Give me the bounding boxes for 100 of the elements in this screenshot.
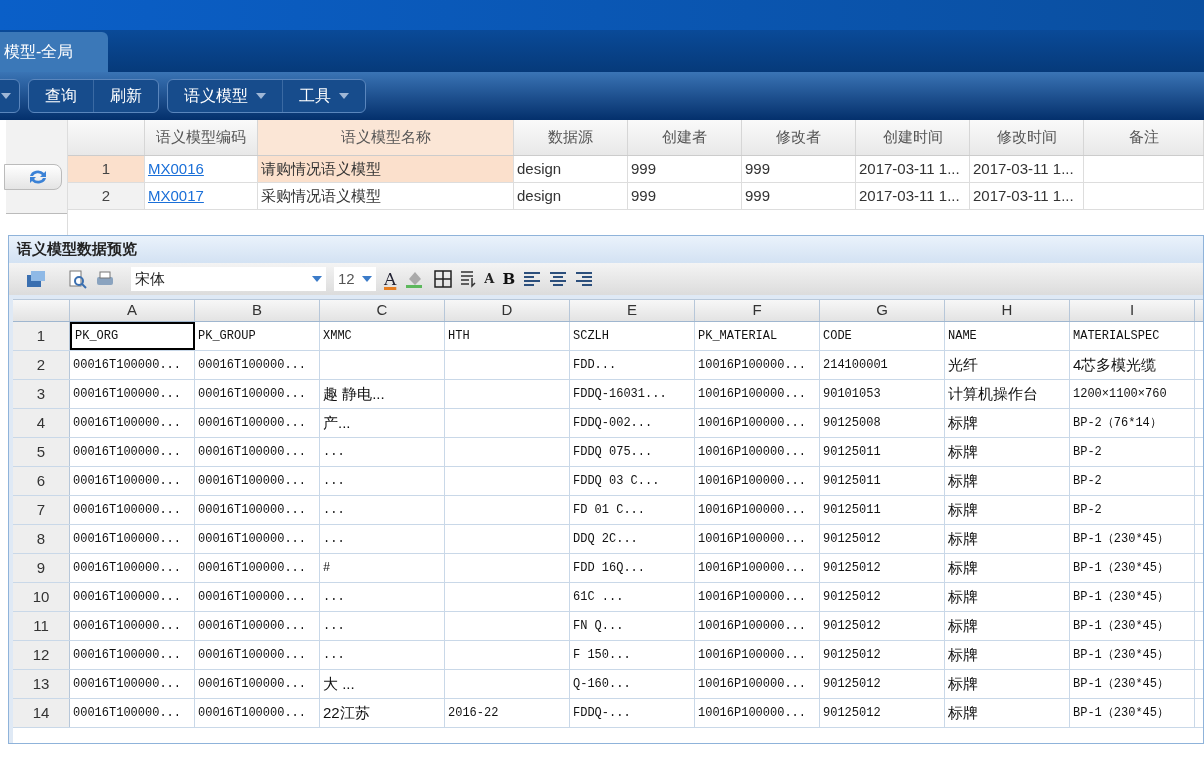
sheet-cell[interactable]: 90125011 bbox=[820, 496, 945, 524]
sheet-cell[interactable]: ... bbox=[320, 438, 445, 466]
sheet-cell[interactable]: # bbox=[320, 554, 445, 582]
row-number[interactable]: 1 bbox=[13, 322, 70, 350]
sheet-cell[interactable]: 00016T100000... bbox=[70, 583, 195, 611]
sheet-cell[interactable]: 00016T100000... bbox=[195, 380, 320, 408]
sheet-cell[interactable]: BP-1（230*45） bbox=[1070, 612, 1195, 640]
sheet-cell[interactable]: 00016T100000... bbox=[195, 351, 320, 379]
menu-button[interactable]: 工具 bbox=[282, 80, 365, 112]
sheet-cell[interactable]: 00016T100000... bbox=[195, 554, 320, 582]
sheet-cell[interactable]: 00016T100000... bbox=[195, 583, 320, 611]
sheet-cell[interactable]: ... bbox=[320, 641, 445, 669]
model-code-link[interactable]: MX0017 bbox=[148, 184, 204, 208]
sheet-cell[interactable]: BP-1（230*45） bbox=[1070, 525, 1195, 553]
sheet-cell[interactable]: BP-1（230*45） bbox=[1070, 641, 1195, 669]
sheet-cell[interactable]: 10016P100000... bbox=[695, 496, 820, 524]
column-header[interactable]: A bbox=[70, 300, 195, 321]
sheet-cell[interactable]: 00016T100000... bbox=[70, 699, 195, 727]
sheet-cell[interactable]: 10016P100000... bbox=[695, 351, 820, 379]
sheet-cell[interactable]: FN Q... bbox=[570, 612, 695, 640]
sheet-cell[interactable]: Q-160... bbox=[570, 670, 695, 698]
sheet-cell[interactable]: ... bbox=[320, 467, 445, 495]
row-number[interactable]: 11 bbox=[13, 612, 70, 640]
sheet-cell[interactable]: ... bbox=[320, 496, 445, 524]
sheet-cell[interactable]: FDDQ-16031... bbox=[570, 380, 695, 408]
sheet-cell[interactable]: 90101053 bbox=[820, 380, 945, 408]
sheet-cell[interactable]: 90125008 bbox=[820, 409, 945, 437]
sheet-cell[interactable]: 标牌 bbox=[945, 699, 1070, 727]
sheet-cell[interactable]: 10016P100000... bbox=[695, 699, 820, 727]
font-color-button[interactable]: A bbox=[384, 270, 397, 288]
sheet-cell[interactable]: 00016T100000... bbox=[195, 525, 320, 553]
column-header[interactable]: C bbox=[320, 300, 445, 321]
column-header[interactable]: B bbox=[195, 300, 320, 321]
sheet-cell[interactable]: 00016T100000... bbox=[70, 525, 195, 553]
sheet-cell[interactable]: 90125012 bbox=[820, 641, 945, 669]
sheet-cell[interactable]: ... bbox=[320, 525, 445, 553]
font-select[interactable]: 宋体 bbox=[131, 267, 326, 291]
sheet-cell[interactable]: 00016T100000... bbox=[70, 351, 195, 379]
row-number[interactable]: 3 bbox=[13, 380, 70, 408]
sheet-cell[interactable]: CODE bbox=[820, 322, 945, 350]
sheet-cell[interactable]: 90125012 bbox=[820, 583, 945, 611]
sheet-cell[interactable]: 90125012 bbox=[820, 525, 945, 553]
sheet-cell[interactable]: FDDQ 03 C... bbox=[570, 467, 695, 495]
sheet-cell[interactable]: 00016T100000... bbox=[195, 612, 320, 640]
sheet-cell[interactable]: FD 01 C... bbox=[570, 496, 695, 524]
sheet-cell[interactable]: 00016T100000... bbox=[195, 467, 320, 495]
sheet-cell[interactable]: 00016T100000... bbox=[70, 409, 195, 437]
sheet-cell[interactable]: 产... bbox=[320, 409, 445, 437]
sheet-cell[interactable]: 10016P100000... bbox=[695, 670, 820, 698]
sheet-cell[interactable]: 10016P100000... bbox=[695, 380, 820, 408]
sheet-cell[interactable]: 计算机操作台 bbox=[945, 380, 1070, 408]
sheet-cell[interactable]: 90125011 bbox=[820, 467, 945, 495]
wrap-text-icon[interactable] bbox=[460, 270, 477, 288]
row-number[interactable]: 4 bbox=[13, 409, 70, 437]
preview-icon[interactable] bbox=[67, 269, 87, 289]
column-header[interactable]: H bbox=[945, 300, 1070, 321]
sheet-cell[interactable]: 1200×1100×760 bbox=[1070, 380, 1195, 408]
sheet-cell[interactable]: 00016T100000... bbox=[70, 612, 195, 640]
sheet-cell[interactable]: 标牌 bbox=[945, 409, 1070, 437]
bold-button[interactable]: B bbox=[502, 267, 516, 291]
sheet-cell[interactable]: DDQ 2C... bbox=[570, 525, 695, 553]
row-number[interactable]: 7 bbox=[13, 496, 70, 524]
sheet-cell[interactable]: 00016T100000... bbox=[70, 380, 195, 408]
sheet-cell[interactable]: 00016T100000... bbox=[70, 670, 195, 698]
align-right-icon[interactable] bbox=[575, 271, 594, 287]
sheet-cell[interactable]: 00016T100000... bbox=[70, 438, 195, 466]
sheet-cell[interactable]: 00016T100000... bbox=[195, 670, 320, 698]
sheet-cell[interactable]: BP-2 bbox=[1070, 467, 1195, 495]
sheet-cell[interactable]: FDD 16Q... bbox=[570, 554, 695, 582]
sheet-cell[interactable]: FDD... bbox=[570, 351, 695, 379]
sheet-cell[interactable]: BP-2 bbox=[1070, 438, 1195, 466]
font-size-button[interactable]: A bbox=[484, 269, 495, 289]
sheet-cell[interactable]: 214100001 bbox=[820, 351, 945, 379]
row-number[interactable]: 2 bbox=[13, 351, 70, 379]
sheet-cell[interactable]: FDDQ 075... bbox=[570, 438, 695, 466]
sheet-cell[interactable]: ... bbox=[320, 583, 445, 611]
column-header[interactable]: 修改者 bbox=[742, 120, 856, 155]
column-header[interactable]: I bbox=[1070, 300, 1195, 321]
column-header[interactable]: 修改时间 bbox=[970, 120, 1084, 155]
column-header[interactable]: 数据源 bbox=[514, 120, 628, 155]
sheet-cell[interactable]: 10016P100000... bbox=[695, 467, 820, 495]
sheet-cell[interactable]: 标牌 bbox=[945, 641, 1070, 669]
sheet-cell[interactable]: 90125012 bbox=[820, 670, 945, 698]
sheet-cell[interactable]: 标牌 bbox=[945, 525, 1070, 553]
sheet-cell[interactable]: 趣 静电... bbox=[320, 380, 445, 408]
align-left-icon[interactable] bbox=[523, 271, 542, 287]
sheet-cell[interactable]: 4芯多模光缆 bbox=[1070, 351, 1195, 379]
sheet-cell[interactable]: 90125011 bbox=[820, 438, 945, 466]
row-number[interactable]: 13 bbox=[13, 670, 70, 698]
sheet-cell[interactable]: 10016P100000... bbox=[695, 525, 820, 553]
column-header[interactable]: 创建者 bbox=[628, 120, 742, 155]
sheet-cell[interactable]: 00016T100000... bbox=[195, 641, 320, 669]
sheet-cell[interactable]: 10016P100000... bbox=[695, 612, 820, 640]
sheet-cell[interactable]: 光纤 bbox=[945, 351, 1070, 379]
sheet-cell[interactable]: XMMC bbox=[320, 322, 445, 350]
sheet-cell[interactable]: 90125012 bbox=[820, 554, 945, 582]
sheet-cell[interactable]: FDDQ-002... bbox=[570, 409, 695, 437]
column-header[interactable]: F bbox=[695, 300, 820, 321]
toolbar-button[interactable]: 刷新 bbox=[93, 80, 158, 112]
refresh-button[interactable] bbox=[4, 164, 63, 190]
